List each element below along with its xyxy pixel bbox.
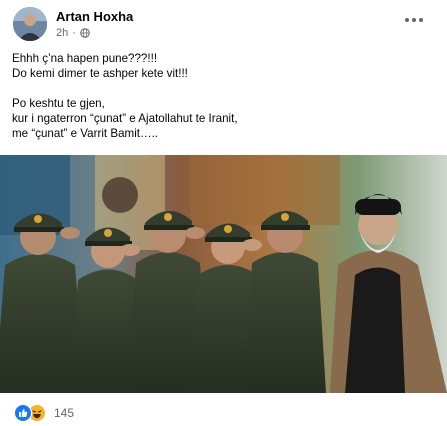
author-avatar[interactable] bbox=[13, 7, 47, 41]
post-line: kur i ngaterron “çunat” e Ajatollahut te… bbox=[12, 112, 238, 125]
post-line: me “çunat” e Varrit Bamit….. bbox=[12, 127, 159, 140]
post-line: Po keshtu te gjen, bbox=[12, 97, 105, 110]
post-timestamp[interactable]: 2h bbox=[56, 27, 68, 39]
photo-illustration bbox=[0, 155, 447, 393]
post-text: Ehhh ç’na hapen pune???!!! Do kemi dimer… bbox=[12, 51, 432, 156]
like-icon bbox=[14, 404, 32, 422]
author-name[interactable]: Artan Hoxha bbox=[56, 9, 133, 24]
post-paragraph: Po keshtu te gjen, kur i ngaterron “çuna… bbox=[12, 96, 432, 141]
post-line: Do kemi dimer te ashper kete vit!!! bbox=[12, 67, 188, 80]
reaction-count: 145 bbox=[54, 406, 75, 420]
globe-icon[interactable] bbox=[80, 28, 90, 38]
post-meta: 2h · bbox=[56, 27, 90, 39]
more-horizontal-icon[interactable] bbox=[402, 12, 426, 28]
post-line: Ehhh ç’na hapen pune???!!! bbox=[12, 52, 158, 65]
post-photo[interactable] bbox=[0, 155, 447, 393]
avatar-photo bbox=[13, 7, 47, 41]
facebook-post: Artan Hoxha 2h · Ehhh ç’na hapen pune???… bbox=[0, 0, 447, 426]
reaction-summary[interactable]: 145 bbox=[14, 404, 74, 422]
post-paragraph: Ehhh ç’na hapen pune???!!! Do kemi dimer… bbox=[12, 51, 432, 81]
